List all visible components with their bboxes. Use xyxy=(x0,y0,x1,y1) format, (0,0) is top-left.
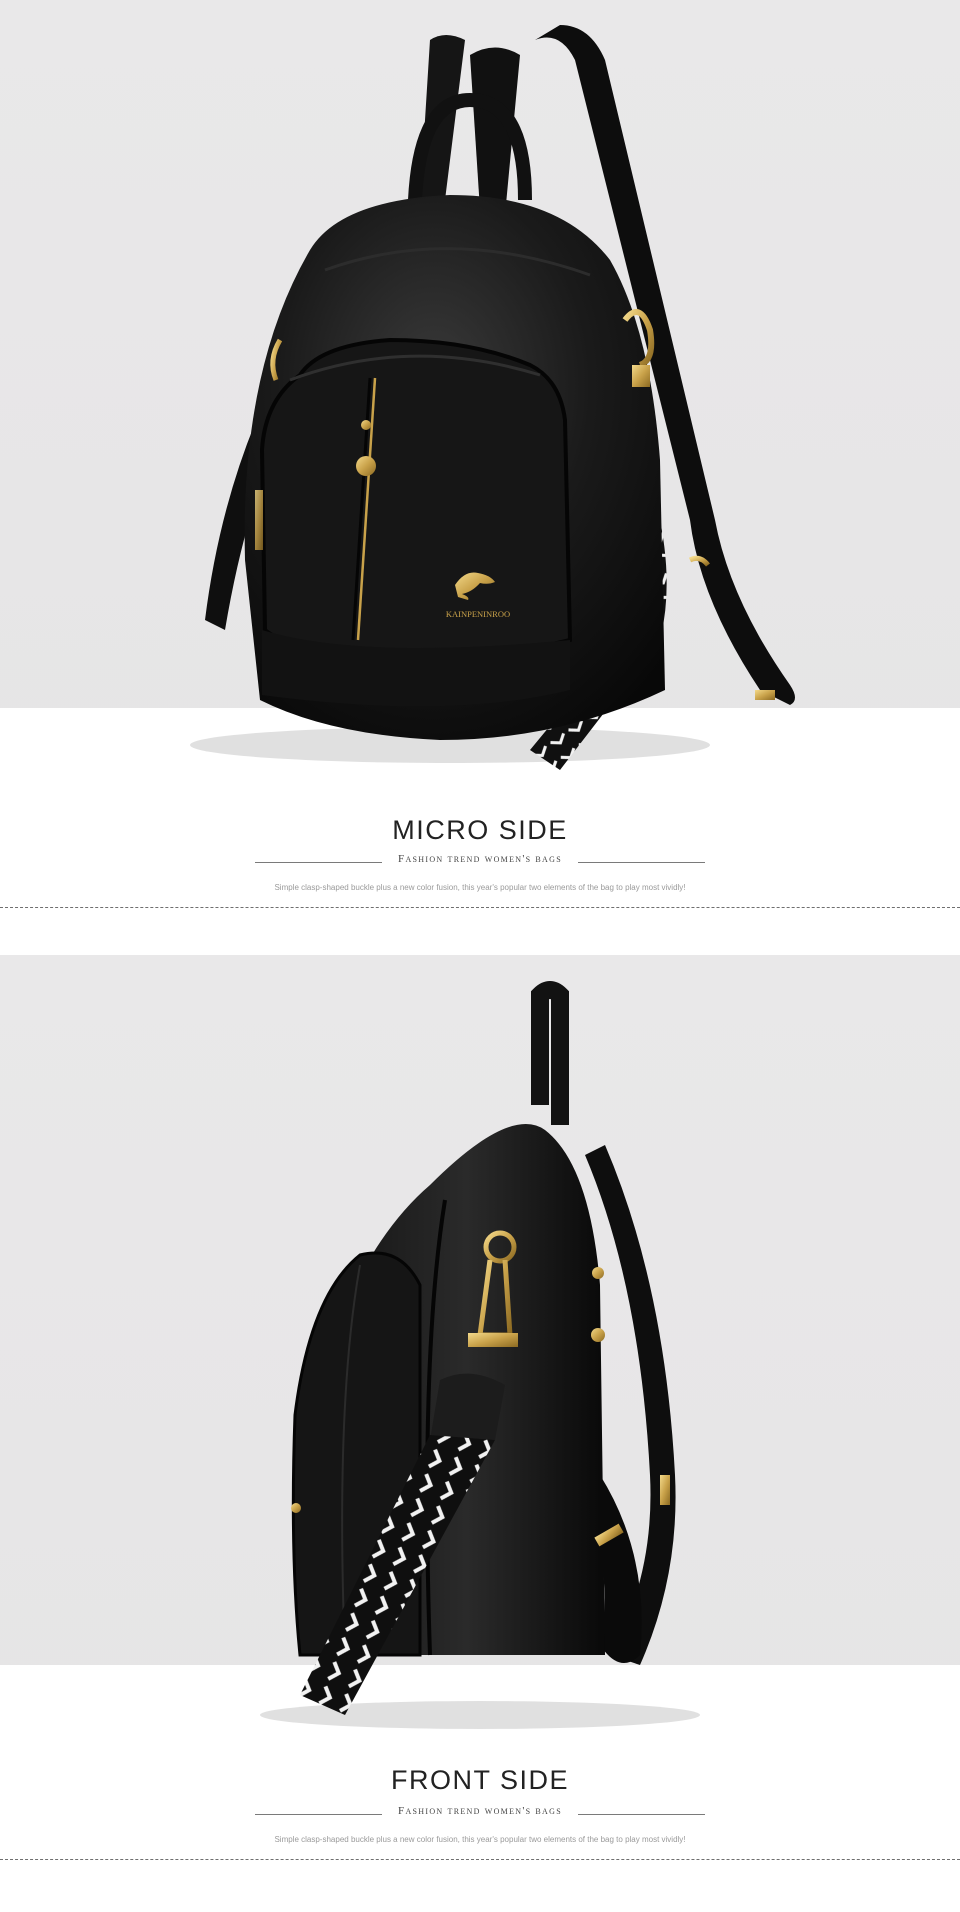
product-section-micro-side: KAINPENINROO MICRO SIDE Fashion trend wo… xyxy=(0,0,960,920)
section-subtitle-row: Fashion trend women's bags xyxy=(255,853,705,873)
product-photo-micro-side: KAINPENINROO xyxy=(0,0,960,790)
section-subtitle-row: Fashion trend women's bags xyxy=(255,1805,705,1825)
product-section-front-side: FRONT SIDE Fashion trend women's bags Si… xyxy=(0,955,960,1912)
section-divider-dashed xyxy=(0,1859,960,1860)
section-subtitle: Fashion trend women's bags xyxy=(255,1805,705,1817)
backpack-side-profile-illustration xyxy=(260,981,700,1729)
product-photo-front-side xyxy=(0,955,960,1740)
backpack-three-quarter-illustration: KAINPENINROO xyxy=(190,25,795,770)
section-title: MICRO SIDE xyxy=(392,815,568,845)
section-title: FRONT SIDE xyxy=(390,1765,569,1795)
section-divider-dashed xyxy=(0,907,960,908)
section-description: Simple clasp-shaped buckle plus a new co… xyxy=(274,883,686,892)
brand-logo-text: KAINPENINROO xyxy=(446,609,510,619)
section-subtitle: Fashion trend women's bags xyxy=(255,853,705,865)
section-description: Simple clasp-shaped buckle plus a new co… xyxy=(274,1835,686,1844)
